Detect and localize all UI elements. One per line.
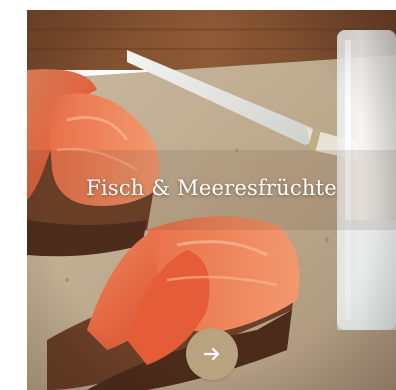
card-title: Fisch & Meeresfrüchte: [86, 176, 337, 200]
arrow-right-icon: [202, 344, 222, 364]
next-arrow-button[interactable]: [186, 328, 238, 380]
page: Fisch & Meeresfrüchte: [0, 0, 396, 390]
category-card-fish-seafood[interactable]: Fisch & Meeresfrüchte: [27, 10, 396, 390]
